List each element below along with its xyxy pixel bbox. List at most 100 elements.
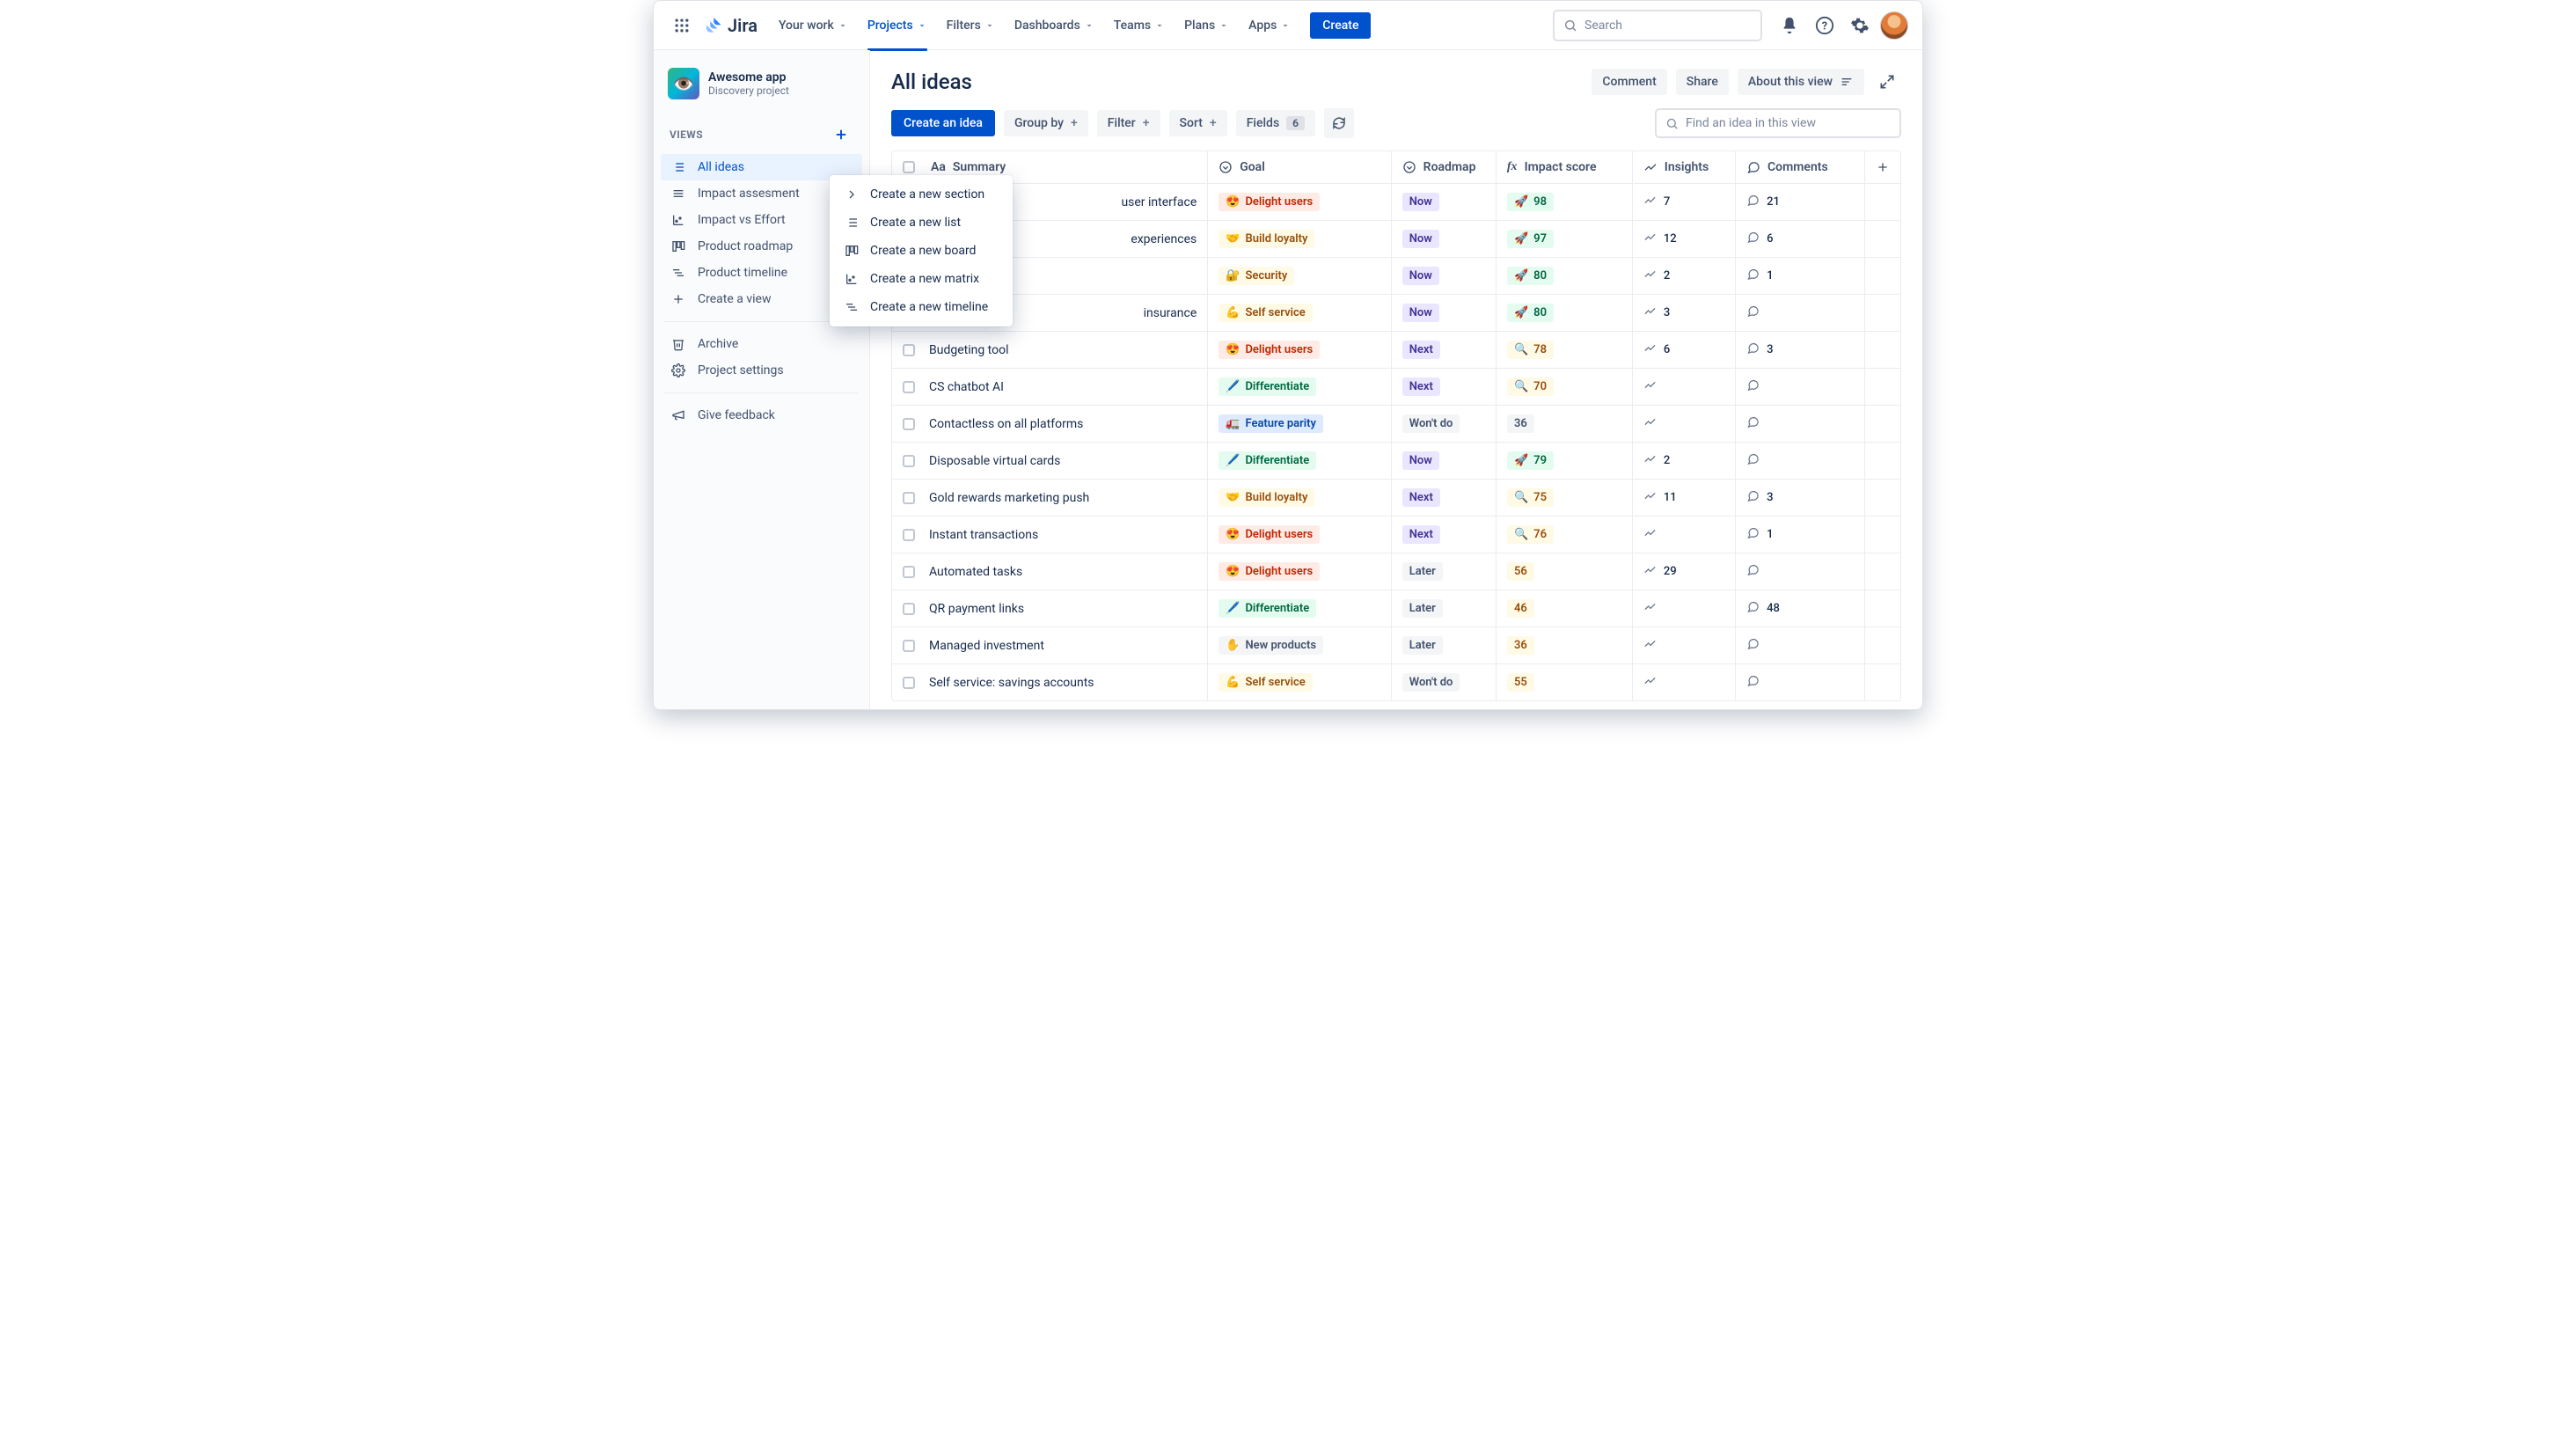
- col-insights[interactable]: Insights: [1633, 151, 1736, 183]
- table-row[interactable]: Disposable virtual cards 🖊️Differentiate…: [892, 443, 1900, 480]
- insights-cell[interactable]: 6: [1633, 332, 1736, 368]
- comments-cell[interactable]: [1736, 664, 1865, 700]
- table-row[interactable]: user interface 😍Delight users Now 🚀98 7 …: [892, 184, 1900, 221]
- insights-cell[interactable]: 7: [1633, 184, 1736, 220]
- comments-cell[interactable]: [1736, 553, 1865, 590]
- roadmap-chip[interactable]: Next: [1402, 341, 1440, 359]
- user-avatar[interactable]: [1880, 11, 1908, 40]
- nav-apps[interactable]: Apps: [1240, 13, 1299, 38]
- roadmap-chip[interactable]: Now: [1402, 267, 1439, 285]
- comment-button[interactable]: Comment: [1592, 69, 1666, 95]
- goal-chip[interactable]: 😍Delight users: [1218, 341, 1320, 359]
- goal-chip[interactable]: 🖊️Differentiate: [1218, 599, 1316, 618]
- sort-button[interactable]: Sort+: [1169, 110, 1227, 136]
- table-row[interactable]: experiences 🤝Build loyalty Now 🚀97 12 6: [892, 221, 1900, 258]
- insights-cell[interactable]: [1633, 406, 1736, 442]
- impact-chip[interactable]: 🔍75: [1507, 488, 1554, 507]
- comments-cell[interactable]: 3: [1736, 332, 1865, 368]
- table-row[interactable]: Automated tasks 😍Delight users Later 56 …: [892, 553, 1900, 590]
- roadmap-chip[interactable]: Won't do: [1402, 673, 1460, 692]
- comments-cell[interactable]: [1736, 627, 1865, 663]
- nav-projects[interactable]: Projects: [859, 13, 936, 38]
- insights-cell[interactable]: 2: [1633, 443, 1736, 479]
- insights-cell[interactable]: [1633, 590, 1736, 627]
- roadmap-chip[interactable]: Now: [1402, 304, 1439, 322]
- jira-logo[interactable]: Jira: [699, 15, 763, 36]
- table-row[interactable]: 🔐Security Now 🚀80 2 1: [892, 258, 1900, 295]
- nav-your-work[interactable]: Your work: [770, 13, 857, 38]
- goal-chip[interactable]: ✋New products: [1218, 636, 1323, 655]
- goal-chip[interactable]: 🤝Build loyalty: [1218, 230, 1314, 248]
- impact-chip[interactable]: 55: [1507, 673, 1534, 692]
- roadmap-chip[interactable]: Now: [1402, 230, 1439, 248]
- notifications-icon[interactable]: [1775, 11, 1804, 40]
- select-all-checkbox[interactable]: [903, 161, 915, 173]
- goal-chip[interactable]: 🖊️Differentiate: [1218, 451, 1316, 470]
- insights-cell[interactable]: 12: [1633, 221, 1736, 257]
- impact-chip[interactable]: 🚀97: [1507, 230, 1554, 248]
- ctx-create-a-new-timeline[interactable]: Create a new timeline: [830, 293, 1013, 321]
- goal-chip[interactable]: 🚛Feature parity: [1218, 414, 1323, 433]
- roadmap-chip[interactable]: Next: [1402, 525, 1440, 544]
- goal-chip[interactable]: 🖊️Differentiate: [1218, 377, 1316, 396]
- goal-chip[interactable]: 😍Delight users: [1218, 562, 1320, 581]
- insights-cell[interactable]: 29: [1633, 553, 1736, 590]
- roadmap-chip[interactable]: Later: [1402, 636, 1443, 655]
- table-row[interactable]: QR payment links 🖊️Differentiate Later 4…: [892, 590, 1900, 627]
- roadmap-chip[interactable]: Next: [1402, 377, 1440, 396]
- impact-chip[interactable]: 36: [1507, 414, 1534, 433]
- impact-chip[interactable]: 🚀80: [1507, 304, 1554, 322]
- goal-chip[interactable]: 🤝Build loyalty: [1218, 488, 1314, 507]
- table-row[interactable]: Self service: savings accounts 💪Self ser…: [892, 664, 1900, 700]
- goal-chip[interactable]: 💪Self service: [1218, 673, 1312, 692]
- comments-cell[interactable]: 1: [1736, 517, 1865, 553]
- app-switcher-icon[interactable]: [668, 11, 696, 40]
- share-button[interactable]: Share: [1676, 69, 1729, 95]
- create-button[interactable]: Create: [1310, 12, 1371, 39]
- row-checkbox[interactable]: [903, 344, 915, 356]
- insights-cell[interactable]: 11: [1633, 480, 1736, 516]
- table-row[interactable]: Gold rewards marketing push 🤝Build loyal…: [892, 480, 1900, 517]
- ctx-create-a-new-list[interactable]: Create a new list: [830, 209, 1013, 237]
- impact-chip[interactable]: 46: [1507, 599, 1534, 618]
- ctx-create-a-new-section[interactable]: Create a new section: [830, 180, 1013, 209]
- fullscreen-icon[interactable]: [1873, 68, 1901, 96]
- filter-button[interactable]: Filter+: [1097, 110, 1160, 136]
- impact-chip[interactable]: 🔍70: [1507, 377, 1554, 396]
- table-row[interactable]: Instant transactions 😍Delight users Next…: [892, 517, 1900, 553]
- table-row[interactable]: Managed investment ✋New products Later 3…: [892, 627, 1900, 664]
- col-comments[interactable]: Comments: [1736, 151, 1865, 183]
- nav-filters[interactable]: Filters: [938, 13, 1004, 38]
- impact-chip[interactable]: 🚀79: [1507, 451, 1554, 470]
- roadmap-chip[interactable]: Next: [1402, 488, 1440, 507]
- about-view-button[interactable]: About this view: [1738, 69, 1864, 95]
- sidebar-archive[interactable]: Archive: [661, 331, 862, 357]
- find-idea-input[interactable]: Find an idea in this view: [1655, 108, 1901, 138]
- comments-cell[interactable]: 21: [1736, 184, 1865, 220]
- fields-button[interactable]: Fields6: [1236, 110, 1315, 136]
- create-idea-button[interactable]: Create an idea: [891, 110, 995, 136]
- ctx-create-a-new-board[interactable]: Create a new board: [830, 237, 1013, 265]
- sidebar-project-settings[interactable]: Project settings: [661, 357, 862, 384]
- table-row[interactable]: insurance 💪Self service Now 🚀80 3: [892, 295, 1900, 332]
- add-view-button[interactable]: [829, 122, 853, 147]
- comments-cell[interactable]: [1736, 369, 1865, 405]
- impact-chip[interactable]: 🚀80: [1507, 267, 1554, 285]
- impact-chip[interactable]: 🚀98: [1507, 193, 1554, 211]
- comments-cell[interactable]: [1736, 406, 1865, 442]
- row-checkbox[interactable]: [903, 455, 915, 467]
- row-checkbox[interactable]: [903, 418, 915, 430]
- insights-cell[interactable]: [1633, 517, 1736, 553]
- settings-icon[interactable]: [1845, 11, 1875, 40]
- insights-cell[interactable]: [1633, 369, 1736, 405]
- insights-cell[interactable]: [1633, 627, 1736, 663]
- impact-chip[interactable]: 🔍78: [1507, 341, 1554, 359]
- impact-chip[interactable]: 🔍76: [1507, 525, 1554, 544]
- impact-chip[interactable]: 56: [1507, 562, 1534, 581]
- impact-chip[interactable]: 36: [1507, 636, 1534, 655]
- roadmap-chip[interactable]: Won't do: [1402, 414, 1460, 433]
- table-row[interactable]: CS chatbot AI 🖊️Differentiate Next 🔍70: [892, 369, 1900, 406]
- table-row[interactable]: Budgeting tool 😍Delight users Next 🔍78 6…: [892, 332, 1900, 369]
- comments-cell[interactable]: 6: [1736, 221, 1865, 257]
- comments-cell[interactable]: 48: [1736, 590, 1865, 627]
